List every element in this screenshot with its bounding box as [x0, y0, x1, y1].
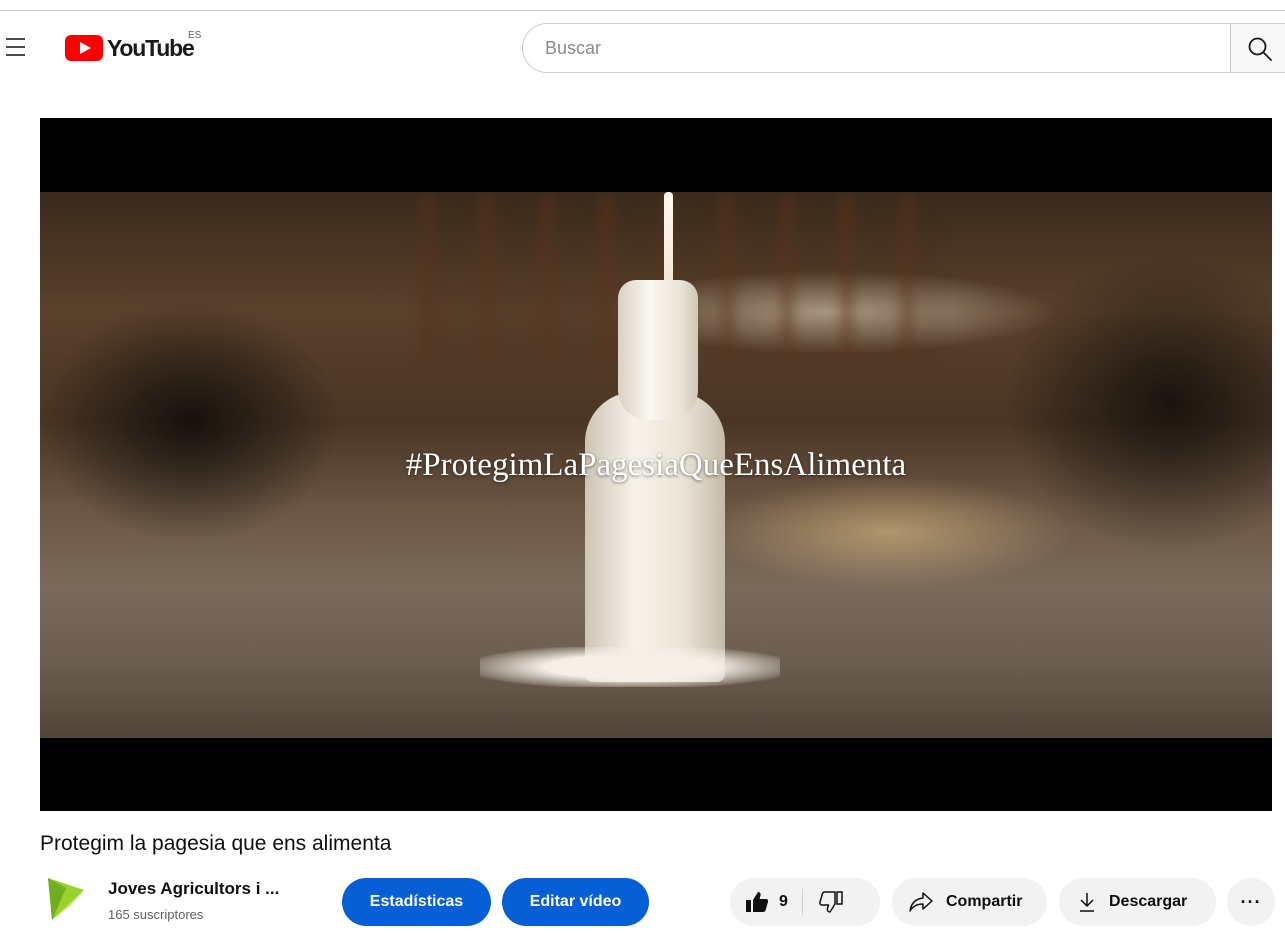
video-player[interactable]: #ProtegimLaPagesiaQueEnsAlimenta — [40, 118, 1272, 811]
logo-text: YouTube — [107, 34, 195, 61]
dislike-button[interactable] — [803, 878, 859, 926]
video-click-area[interactable] — [40, 118, 1272, 811]
channel-name[interactable]: Joves Agricultors i ... — [108, 879, 279, 899]
like-dislike-group: 9 — [730, 878, 880, 926]
edit-video-button[interactable]: Editar vídeo — [502, 878, 649, 926]
youtube-logo-icon — [65, 35, 103, 61]
top-divider — [0, 10, 1285, 11]
channel-avatar[interactable] — [44, 876, 86, 922]
like-button[interactable]: 9 — [730, 878, 802, 926]
youtube-watch-page: YouTube ES #ProtegimLaPagesiaQueEnsAlime… — [0, 0, 1285, 942]
search-box[interactable] — [522, 23, 1230, 73]
download-label: Descargar — [1109, 893, 1188, 910]
search-icon — [1248, 37, 1272, 61]
menu-icon[interactable] — [6, 38, 32, 60]
share-button[interactable]: Compartir — [892, 878, 1047, 926]
thumbs-down-icon — [819, 891, 843, 913]
download-button[interactable]: Descargar — [1059, 878, 1216, 926]
stats-button[interactable]: Estadísticas — [342, 878, 491, 926]
country-code: ES — [188, 30, 202, 41]
youtube-logo[interactable]: YouTube — [65, 30, 195, 66]
share-icon — [909, 892, 933, 912]
more-icon[interactable]: ··· — [1227, 878, 1275, 926]
like-count: 9 — [779, 893, 788, 910]
thumbs-up-icon — [746, 892, 769, 912]
download-icon — [1080, 893, 1094, 912]
search-button[interactable] — [1230, 23, 1285, 73]
video-title: Protegim la pagesia que ens alimenta — [40, 832, 392, 855]
share-label: Compartir — [946, 893, 1023, 910]
search-input[interactable] — [543, 36, 1230, 60]
subscriber-count: 165 suscriptores — [108, 907, 204, 922]
